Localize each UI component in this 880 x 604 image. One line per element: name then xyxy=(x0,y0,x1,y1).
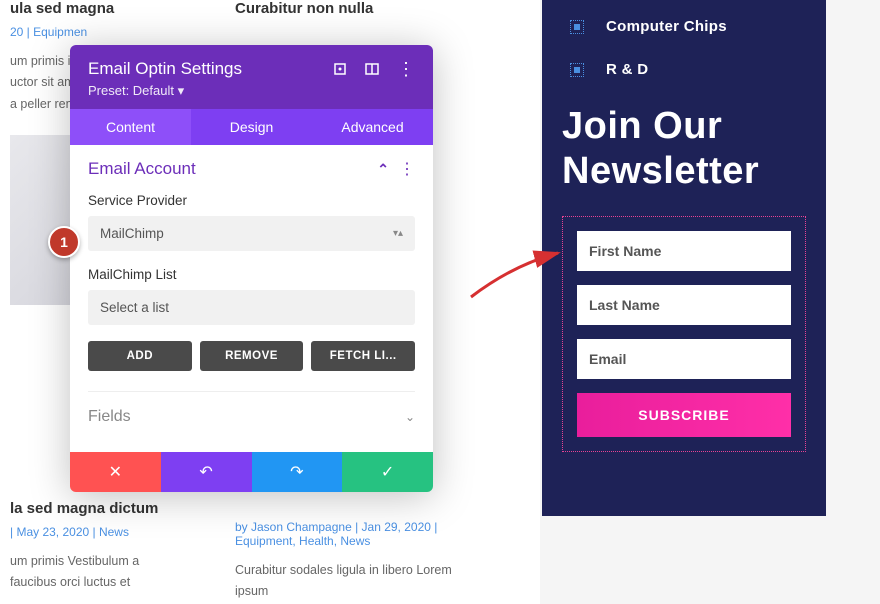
newsletter-form: SUBSCRIBE xyxy=(562,216,806,452)
subscribe-button[interactable]: SUBSCRIBE xyxy=(577,393,791,437)
mailchimp-list-select[interactable]: Select a list xyxy=(88,290,415,325)
fetch-lists-button[interactable]: FETCH LI... xyxy=(311,341,415,371)
panel-header: Email Optin Settings ⋮ Preset: Default ▾ xyxy=(70,45,433,109)
newsletter-heading: Join Our Newsletter xyxy=(562,104,806,194)
post-meta[interactable]: | May 23, 2020 | News xyxy=(10,525,170,539)
post-body: Curabitur sodales ligula in libero Lorem… xyxy=(235,560,485,603)
section-title: Fields xyxy=(88,408,131,426)
select-value: MailChimp xyxy=(100,226,164,241)
tabs: Content Design Advanced xyxy=(70,109,433,145)
panel-footer: ✕ ↶ ↷ ✓ xyxy=(70,452,433,492)
tab-design[interactable]: Design xyxy=(191,109,312,145)
sidebar-item-chips[interactable]: Computer Chips xyxy=(562,18,806,35)
expand-icon[interactable] xyxy=(333,62,347,76)
email-optin-settings-panel: Email Optin Settings ⋮ Preset: Default ▾… xyxy=(70,45,433,492)
chip-icon xyxy=(570,63,584,77)
first-name-input[interactable] xyxy=(577,231,791,271)
close-icon: ✕ xyxy=(109,462,122,482)
select-value: Select a list xyxy=(100,300,169,315)
service-provider-label: Service Provider xyxy=(88,193,415,208)
list-buttons: ADD REMOVE FETCH LI... xyxy=(88,341,415,371)
tab-content[interactable]: Content xyxy=(70,109,191,145)
undo-icon: ↶ xyxy=(199,462,212,482)
service-provider-select[interactable]: MailChimp ▾▴ xyxy=(88,216,415,251)
chevron-down-icon: ⌄ xyxy=(405,410,415,424)
email-input[interactable] xyxy=(577,339,791,379)
post-meta[interactable]: by Jason Champagne | Jan 29, 2020 | Equi… xyxy=(235,520,485,548)
add-button[interactable]: ADD xyxy=(88,341,192,371)
redo-icon: ↷ xyxy=(290,462,303,482)
blog-lower-1: la sed magna dictum | May 23, 2020 | New… xyxy=(0,500,180,594)
tab-advanced[interactable]: Advanced xyxy=(312,109,433,145)
post-body: um primis Vestibulum a faucibus orci luc… xyxy=(10,551,170,594)
more-icon[interactable]: ⋮ xyxy=(399,159,415,179)
chevron-up-icon[interactable]: ⌃ xyxy=(377,161,389,178)
annotation-badge-1: 1 xyxy=(48,226,80,258)
sidebar-item-rd[interactable]: R & D xyxy=(562,61,806,78)
cancel-button[interactable]: ✕ xyxy=(70,452,161,492)
confirm-button[interactable]: ✓ xyxy=(342,452,433,492)
post-title: Curabitur non nulla xyxy=(235,0,485,17)
redo-button[interactable]: ↷ xyxy=(252,452,343,492)
post-title: ula sed magna xyxy=(10,0,170,17)
check-icon: ✓ xyxy=(381,462,394,482)
blog-lower-2: by Jason Champagne | Jan 29, 2020 | Equi… xyxy=(225,520,495,603)
newsletter-sidebar: Computer Chips R & D Join Our Newsletter… xyxy=(542,0,826,516)
sidebar-item-label: R & D xyxy=(606,61,648,78)
sidebar-item-label: Computer Chips xyxy=(606,18,727,35)
columns-icon[interactable] xyxy=(365,62,379,76)
post-meta[interactable]: 20 | Equipmen xyxy=(10,25,170,39)
section-fields[interactable]: Fields ⌄ xyxy=(88,391,415,442)
remove-button[interactable]: REMOVE xyxy=(200,341,304,371)
select-arrow-icon: ▾▴ xyxy=(393,228,403,239)
undo-button[interactable]: ↶ xyxy=(161,452,252,492)
more-icon[interactable]: ⋮ xyxy=(397,62,415,76)
chip-icon xyxy=(570,20,584,34)
preset-selector[interactable]: Preset: Default ▾ xyxy=(88,83,415,99)
section-email-account[interactable]: Email Account ⌃ ⋮ xyxy=(88,159,415,179)
mailchimp-list-label: MailChimp List xyxy=(88,267,415,282)
section-title: Email Account xyxy=(88,159,196,179)
post-title: la sed magna dictum xyxy=(10,500,170,517)
header-icons: ⋮ xyxy=(333,62,415,76)
panel-body: Email Account ⌃ ⋮ Service Provider MailC… xyxy=(70,145,433,452)
last-name-input[interactable] xyxy=(577,285,791,325)
panel-title: Email Optin Settings xyxy=(88,59,242,79)
